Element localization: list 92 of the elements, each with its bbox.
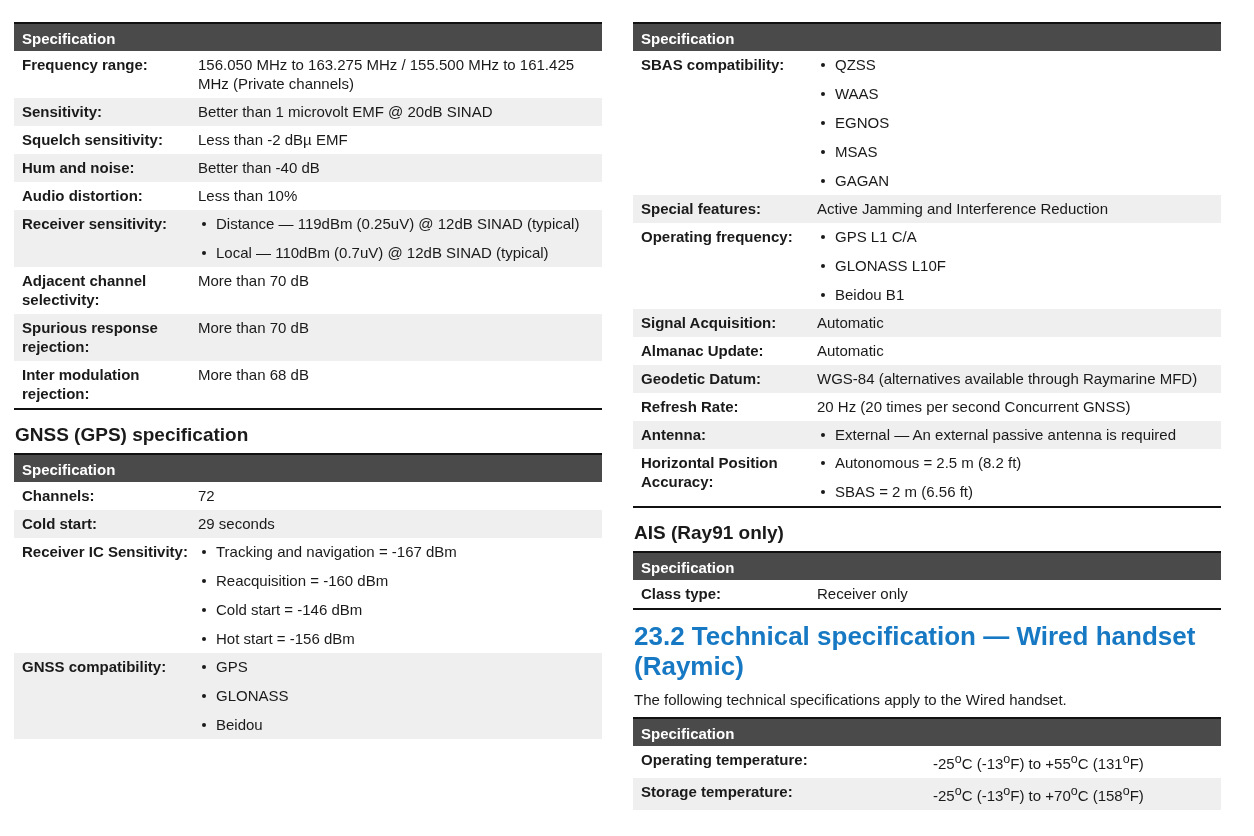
spec-value: Autonomous = 2.5 m (8.2 ft) [835, 453, 1022, 472]
spec-label: Receiver sensitivity: [22, 214, 169, 234]
spec-value: GLONASS [216, 686, 289, 705]
spec-label: Adjacent channel selectivity: [22, 271, 148, 309]
spec-value: Reacquisition = -160 dBm [216, 571, 389, 590]
bullet-icon [202, 550, 206, 554]
spec-label: Storage temperature: [641, 782, 794, 802]
spec-value: Hot start = -156 dBm [216, 629, 355, 648]
spec-value: Distance — 119dBm (0.25uV) @ 12dB SINAD (typical) [216, 214, 580, 233]
bullet-icon [821, 264, 825, 268]
intro-text: The following technical specifications apply to the Wired handset. [634, 690, 1068, 709]
spec-label: Antenna: [641, 425, 707, 444]
spec-label: Channels: [22, 486, 96, 505]
spec-value: MSAS [835, 142, 878, 161]
spec-label: Horizontal Position Accuracy: [641, 453, 779, 492]
spec-value: Better than -40 dB [198, 158, 321, 177]
table-header: Specification [633, 24, 1221, 51]
bullet-icon [202, 251, 206, 255]
spec-value: GPS [216, 657, 248, 676]
table-header: Specification [633, 719, 1221, 746]
spec-label: Sensitivity: [22, 102, 104, 121]
bullet-icon [821, 461, 825, 465]
spec-value: GLONASS L10F [835, 256, 946, 275]
bullet-icon [202, 723, 206, 727]
spec-value: Beidou [216, 715, 263, 734]
spec-value: 29 seconds [198, 514, 276, 533]
spec-value: Less than -2 dBµ EMF [198, 130, 349, 149]
spec-label: Hum and noise: [22, 158, 136, 177]
spec-label: Cold start: [22, 514, 98, 533]
spec-value: Local — 110dBm (0.7uV) @ 12dB SINAD (typical) [216, 243, 549, 262]
spec-label: GNSS compatibility: [22, 657, 168, 677]
spec-value: EGNOS [835, 113, 890, 132]
spec-label: Inter modulation rejection: [22, 365, 141, 403]
bullet-icon [202, 665, 206, 669]
bullet-icon [821, 490, 825, 494]
section-heading: GNSS (GPS) specification [15, 424, 250, 446]
spec-label: Audio distortion: [22, 186, 144, 205]
spec-value: GPS L1 C/A [835, 227, 917, 246]
table-header: Specification [14, 455, 602, 482]
spec-value: More than 70 dB [198, 271, 310, 291]
spec-label: SBAS compatibility: [641, 55, 786, 75]
spec-value: -25$^{o}$C (-13$^{o}$F) to +55$^{o}$C (131$^{o}$F) [933, 751, 1145, 773]
spec-value: 72 [198, 486, 216, 505]
spec-value: SBAS = 2 m (6.56 ft) [835, 482, 973, 501]
spec-label: Operating temperature: [641, 750, 809, 770]
bullet-icon [821, 433, 825, 437]
spec-value: Cold start = -146 dBm [216, 600, 363, 619]
bullet-icon [821, 92, 825, 96]
bullet-icon [202, 608, 206, 612]
spec-value: WGS-84 (alternatives available through Raymarine MFD) [817, 369, 1199, 388]
spec-label: Frequency range: [22, 55, 149, 75]
spec-label: Almanac Update: [641, 341, 765, 360]
bullet-icon [821, 179, 825, 183]
spec-value: Beidou B1 [835, 285, 905, 304]
spec-label: Operating frequency: [641, 227, 794, 247]
bullet-icon [821, 293, 825, 297]
spec-value: More than 70 dB [198, 318, 310, 338]
bullet-icon [821, 121, 825, 125]
spec-value: 156.050 MHz to 163.275 MHz / 155.500 MHz to 161.425 MHz (Private channels) [198, 55, 576, 93]
spec-value: More than 68 dB [198, 365, 310, 385]
spec-value: Receiver only [817, 584, 909, 603]
bullet-icon [202, 694, 206, 698]
section-title: 23.2 Technical specification — Wired handset (Raymic) [634, 621, 1197, 681]
spec-label: Refresh Rate: [641, 397, 740, 416]
table-header: Specification [14, 24, 602, 51]
spec-value: Tracking and navigation = -167 dBm [216, 542, 457, 561]
bullet-icon [821, 235, 825, 239]
spec-value: -25$^{o}$C (-13$^{o}$F) to +70$^{o}$C (158$^{o}$F) [933, 783, 1145, 805]
spec-value: Active Jamming and Interference Reduction [817, 199, 1109, 218]
spec-label: Receiver IC Sensitivity: [22, 542, 189, 562]
section-heading: AIS (Ray91 only) [634, 522, 785, 544]
spec-label: Squelch sensitivity: [22, 130, 164, 149]
spec-value: WAAS [835, 84, 879, 103]
spec-label: Signal Acquisition: [641, 313, 778, 332]
spec-label: Geodetic Datum: [641, 369, 762, 388]
spec-value: Better than 1 microvolt EMF @ 20dB SINAD [198, 102, 494, 121]
bullet-icon [202, 637, 206, 641]
spec-value: GAGAN [835, 171, 890, 190]
spec-label: Special features: [641, 199, 763, 218]
spec-value: Less than 10% [198, 186, 299, 205]
spec-value: Automatic [817, 341, 885, 360]
spec-value: Automatic [817, 313, 885, 332]
spec-value: 20 Hz (20 times per second Concurrent GNSS) [817, 397, 1132, 416]
spec-label: Class type: [641, 584, 723, 603]
spec-value: External — An external passive antenna is required [835, 425, 1177, 444]
bullet-icon [821, 150, 825, 154]
spec-label: Spurious response rejection: [22, 318, 159, 356]
table-header: Specification [633, 553, 1221, 580]
bullet-icon [821, 63, 825, 67]
bullet-icon [202, 579, 206, 583]
bullet-icon [202, 222, 206, 226]
spec-value: QZSS [835, 55, 876, 74]
